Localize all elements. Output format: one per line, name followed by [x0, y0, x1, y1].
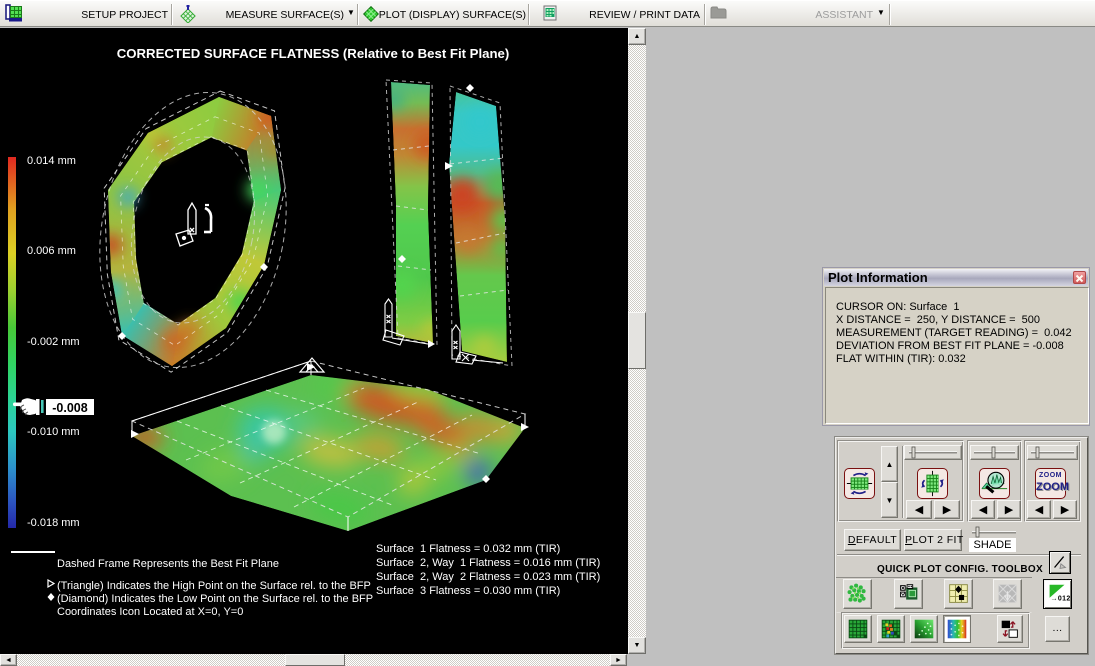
- svg-text:(Triangle) Indicates the High: (Triangle) Indicates the High Point on t…: [57, 580, 371, 592]
- svg-text:→012: →012: [1051, 596, 1071, 603]
- svg-text:Surface 1 Flatness = 0.032 mm: Surface 1 Flatness = 0.032 mm (TIR): [376, 543, 560, 555]
- svg-text:Coordinates Icon Located at X=: Coordinates Icon Located at X=0, Y=0: [57, 606, 243, 618]
- svg-text:0.014 mm: 0.014 mm: [27, 155, 76, 167]
- svg-text:(Diamond) Indicates the Low Po: (Diamond) Indicates the Low Point on the…: [57, 593, 373, 605]
- svg-text:Dashed Frame Represents the Be: Dashed Frame Represents the Best Fit Pla…: [57, 558, 279, 570]
- svg-text:CORRECTED SURFACE FLATNESS (Re: CORRECTED SURFACE FLATNESS (Relative to …: [117, 46, 510, 61]
- svg-text:-0.010 mm: -0.010 mm: [27, 426, 80, 438]
- svg-text:Surface 2, Way 1 Flatness =: Surface 2, Way 1 Flatness = 0.016 mm (TI…: [376, 557, 600, 569]
- svg-text:0.006 mm: 0.006 mm: [27, 245, 76, 257]
- svg-text:-0.018 mm: -0.018 mm: [27, 517, 80, 529]
- svg-text:-0.008: -0.008: [52, 401, 87, 415]
- svg-text:Surface 3 Flatness = 0.030 mm: Surface 3 Flatness = 0.030 mm (TIR): [376, 585, 560, 597]
- svg-text:Surface 2, Way 2 Flatness =: Surface 2, Way 2 Flatness = 0.023 mm (TI…: [376, 571, 600, 583]
- svg-text:-0.002 mm: -0.002 mm: [27, 336, 80, 348]
